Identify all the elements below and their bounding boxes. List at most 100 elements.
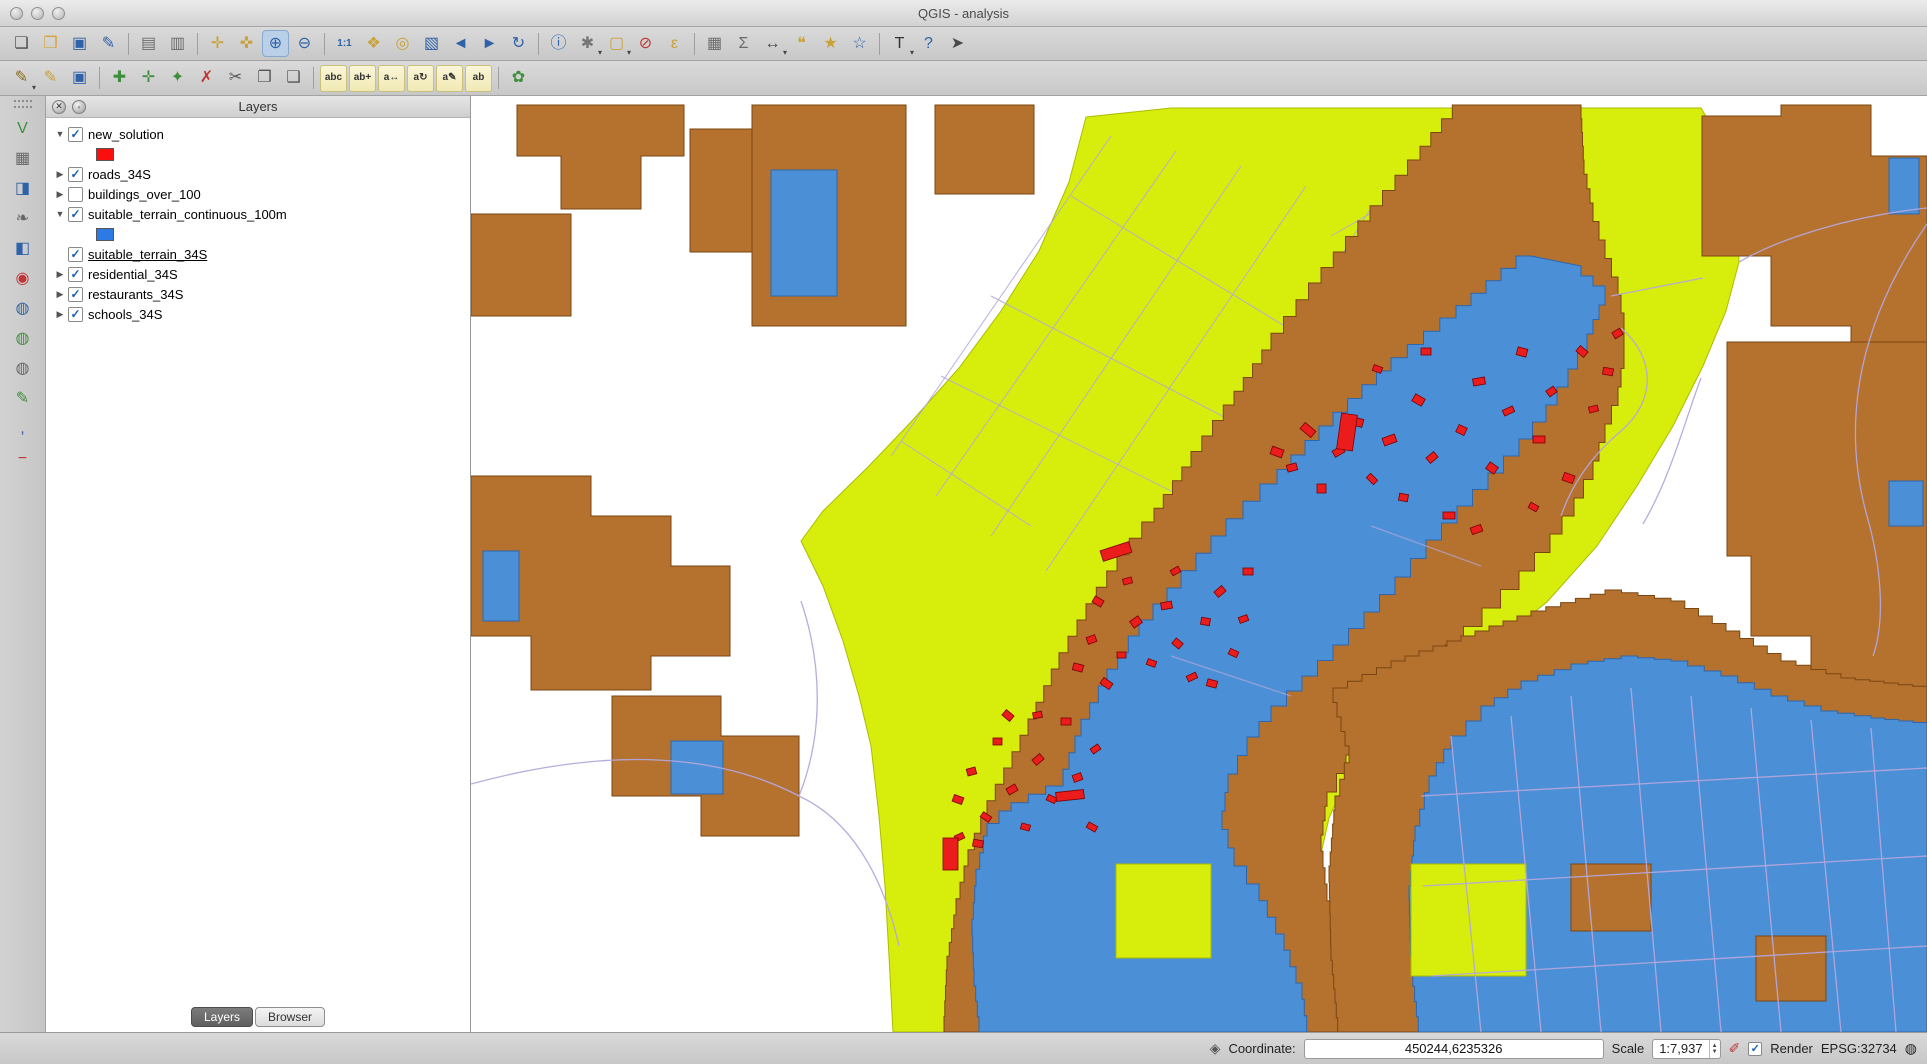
panel-tab-browser[interactable]: Browser bbox=[255, 1007, 325, 1027]
layer-expander[interactable]: ▶ bbox=[52, 269, 68, 280]
new-shapefile-layer-icon[interactable]: ✎ bbox=[8, 384, 38, 414]
toggle-editing-icon[interactable]: ✎ bbox=[37, 65, 64, 92]
layer-checkbox[interactable]: ✓ bbox=[68, 307, 83, 322]
zoom-out-icon[interactable]: ⊖ bbox=[291, 30, 318, 57]
layer-row[interactable]: ✓ suitable_terrain_34S bbox=[52, 244, 470, 264]
add-wcs-layer-icon[interactable]: ◍ bbox=[8, 324, 38, 354]
paste-features-icon[interactable]: ❑ bbox=[280, 65, 307, 92]
log-messages-icon[interactable]: ✐ bbox=[1729, 1040, 1741, 1057]
layer-checkbox[interactable]: ✓ bbox=[68, 127, 83, 142]
rotate-label-icon[interactable]: a↻ bbox=[407, 65, 434, 92]
layer-label[interactable]: roads_34S bbox=[88, 167, 151, 182]
layer-row[interactable]: ▼✓ suitable_terrain_continuous_100m bbox=[52, 204, 470, 224]
layer-checkbox[interactable]: ✓ bbox=[68, 287, 83, 302]
crs-status-icon[interactable]: ◍ bbox=[1905, 1040, 1917, 1057]
copy-features-icon[interactable]: ❐ bbox=[251, 65, 278, 92]
scale-spinner[interactable]: ▲▼ bbox=[1709, 1040, 1720, 1058]
add-oracle-layer-icon[interactable]: ◉ bbox=[8, 264, 38, 294]
new-bookmark-icon[interactable]: ★ bbox=[817, 30, 844, 57]
pan-map-icon[interactable]: ✛ bbox=[204, 30, 231, 57]
pan-to-selection-icon[interactable]: ✜ bbox=[233, 30, 260, 57]
zoom-next-icon[interactable]: ► bbox=[476, 30, 503, 57]
attribute-table-icon[interactable]: ▦ bbox=[701, 30, 728, 57]
text-annotation-icon[interactable]: T▾ bbox=[886, 30, 913, 57]
processing-toolbox-icon[interactable]: ✿ bbox=[505, 65, 532, 92]
layer-expander[interactable]: ▶ bbox=[52, 309, 68, 320]
remove-layer-icon[interactable]: − bbox=[8, 444, 38, 474]
map-tips-icon[interactable]: ❝ bbox=[788, 30, 815, 57]
zoom-in-icon[interactable]: ⊕ bbox=[262, 30, 289, 57]
layer-row[interactable]: ▶✓roads_34S bbox=[52, 164, 470, 184]
new-composer-icon[interactable]: ▤ bbox=[135, 30, 162, 57]
toolbar-drag-handle[interactable] bbox=[14, 100, 32, 108]
add-mssql-layer-icon[interactable]: ◧ bbox=[8, 234, 38, 264]
add-raster-layer-icon[interactable]: ▦ bbox=[8, 144, 38, 174]
layer-label[interactable]: new_solution bbox=[88, 127, 164, 142]
add-spatialite-layer-icon[interactable]: ❧ bbox=[8, 204, 38, 234]
current-edits-icon[interactable]: ✎▾ bbox=[8, 65, 35, 92]
measure-icon[interactable]: ↔▾ bbox=[759, 30, 786, 57]
zoom-full-icon[interactable]: ❖ bbox=[360, 30, 387, 57]
identify-features-icon[interactable]: ⓘ bbox=[545, 30, 572, 57]
help-icon[interactable]: ? bbox=[915, 30, 942, 57]
layer-row[interactable]: ▶✓ restaurants_34S bbox=[52, 284, 470, 304]
render-checkbox[interactable]: ✓ bbox=[1748, 1042, 1762, 1056]
label-properties-icon[interactable]: ab bbox=[465, 65, 492, 92]
coordinate-input[interactable] bbox=[1304, 1039, 1604, 1059]
node-tool-icon[interactable]: ✦ bbox=[164, 65, 191, 92]
layer-checkbox[interactable]: ✓ bbox=[68, 267, 83, 282]
select-by-expression-icon[interactable]: ε bbox=[661, 30, 688, 57]
statistical-summary-icon[interactable]: Σ bbox=[730, 30, 757, 57]
add-vector-layer-icon[interactable]: V bbox=[8, 114, 38, 144]
move-feature-icon[interactable]: ✛ bbox=[135, 65, 162, 92]
layer-expander[interactable]: ▶ bbox=[52, 289, 68, 300]
add-label-icon[interactable]: ab+ bbox=[349, 65, 376, 92]
save-layer-edits-icon[interactable]: ▣ bbox=[66, 65, 93, 92]
composer-manager-icon[interactable]: ▥ bbox=[164, 30, 191, 57]
layer-row[interactable]: ▶ buildings_over_100 bbox=[52, 184, 470, 204]
layer-checkbox[interactable]: ✓ bbox=[68, 247, 83, 262]
layer-label[interactable]: suitable_terrain_continuous_100m bbox=[88, 207, 287, 222]
add-wfs-layer-icon[interactable]: ◍ bbox=[8, 354, 38, 384]
layer-label[interactable]: suitable_terrain_34S bbox=[88, 247, 207, 262]
open-project-icon[interactable]: ❒ bbox=[37, 30, 64, 57]
save-project-as-icon[interactable]: ✎ bbox=[95, 30, 122, 57]
layer-expander[interactable]: ▼ bbox=[52, 209, 68, 219]
show-bookmarks-icon[interactable]: ☆ bbox=[846, 30, 873, 57]
whats-this-icon[interactable]: ➤ bbox=[944, 30, 971, 57]
layer-checkbox[interactable]: ✓ bbox=[68, 207, 83, 222]
layer-expander[interactable]: ▶ bbox=[52, 189, 68, 200]
add-postgis-layer-icon[interactable]: ◨ bbox=[8, 174, 38, 204]
cut-features-icon[interactable]: ✂ bbox=[222, 65, 249, 92]
zoom-to-layer-icon[interactable]: ▧ bbox=[418, 30, 445, 57]
layer-expander[interactable]: ▼ bbox=[52, 129, 68, 139]
refresh-map-icon[interactable]: ↻ bbox=[505, 30, 532, 57]
layer-row[interactable]: ▶✓ schools_34S bbox=[52, 304, 470, 324]
move-label-icon[interactable]: a↔ bbox=[378, 65, 405, 92]
highlight-labels-icon[interactable]: abc bbox=[320, 65, 347, 92]
layer-row[interactable]: ▼✓ new_solution bbox=[52, 124, 470, 144]
zoom-to-selection-icon[interactable]: ◎ bbox=[389, 30, 416, 57]
select-features-icon[interactable]: ▢▾ bbox=[603, 30, 630, 57]
save-project-icon[interactable]: ▣ bbox=[66, 30, 93, 57]
zoom-last-icon[interactable]: ◄ bbox=[447, 30, 474, 57]
layer-checkbox[interactable] bbox=[68, 187, 83, 202]
delete-selected-icon[interactable]: ✗ bbox=[193, 65, 220, 92]
change-label-icon[interactable]: a✎ bbox=[436, 65, 463, 92]
layer-checkbox[interactable]: ✓ bbox=[68, 167, 83, 182]
add-feature-icon[interactable]: ✚ bbox=[106, 65, 133, 92]
layer-label[interactable]: schools_34S bbox=[88, 307, 162, 322]
zoom-native-icon[interactable]: 1:1 bbox=[331, 30, 358, 57]
layer-row[interactable]: ▶✓ residential_34S bbox=[52, 264, 470, 284]
panel-tab-layers[interactable]: Layers bbox=[191, 1007, 253, 1027]
add-delimited-text-icon[interactable]: , bbox=[8, 414, 38, 444]
map-canvas[interactable] bbox=[471, 96, 1927, 1032]
add-wms-layer-icon[interactable]: ◍ bbox=[8, 294, 38, 324]
run-feature-action-icon[interactable]: ✱▾ bbox=[574, 30, 601, 57]
layer-label[interactable]: residential_34S bbox=[88, 267, 178, 282]
layer-label[interactable]: restaurants_34S bbox=[88, 287, 183, 302]
deselect-features-icon[interactable]: ⊘ bbox=[632, 30, 659, 57]
new-project-icon[interactable]: ❏ bbox=[8, 30, 35, 57]
layer-label[interactable]: buildings_over_100 bbox=[88, 187, 201, 202]
scale-combo[interactable]: 1:7,937 ▲▼ bbox=[1652, 1039, 1720, 1059]
